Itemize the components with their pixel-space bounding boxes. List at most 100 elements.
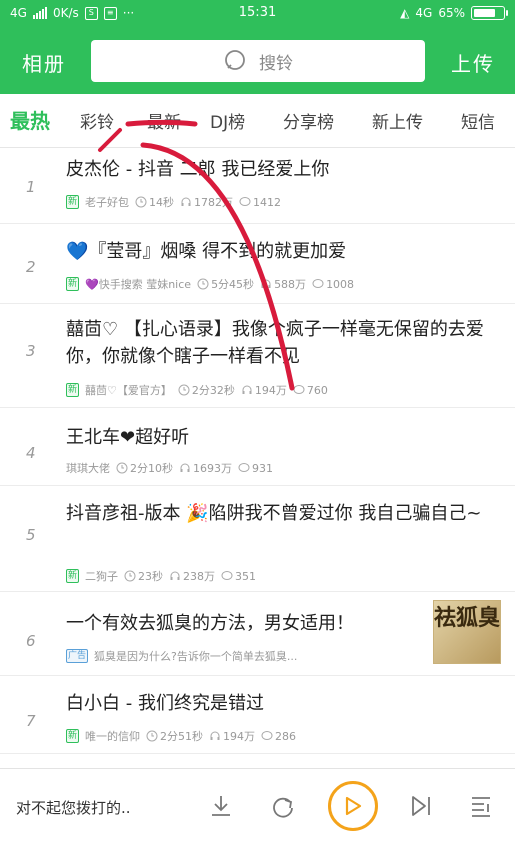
search-placeholder: 搜铃 <box>259 53 293 74</box>
item-plays: 1693万 <box>193 462 232 475</box>
tab-hot[interactable]: 最热 <box>10 105 50 134</box>
clock-icon <box>178 384 190 396</box>
play-button[interactable] <box>328 781 378 831</box>
rank-number: 2 <box>26 258 36 276</box>
item-comments: 1008 <box>326 277 355 291</box>
comment-icon <box>221 571 233 580</box>
rank-number: 7 <box>26 712 36 730</box>
list-item[interactable]: 7 白小白 - 我们终究是错过 新 唯一的信仰 2分51秒 194万 286 <box>0 676 515 754</box>
tab-ringback[interactable]: 彩铃 <box>80 108 114 133</box>
search-input[interactable]: 搜铃 <box>91 40 425 82</box>
network-right-label: 4G <box>415 6 433 20</box>
rank-number: 3 <box>26 342 36 360</box>
item-comments: 286 <box>275 729 297 743</box>
item-plays: 1782万 <box>194 196 234 209</box>
item-meta: 新 老子好包 14秒 1782万 1412 <box>66 194 281 210</box>
mini-player: 对不起您拨打的.. <box>0 768 515 842</box>
new-badge: 新 <box>66 383 80 397</box>
clock-icon <box>124 570 136 582</box>
item-plays: 588万 <box>274 278 307 291</box>
album-button[interactable]: 相册 <box>22 48 66 77</box>
rank-number: 5 <box>26 526 36 544</box>
status-bar: 4G 0K/s S ≡ ··· 15:31 ◭ 4G 65% <box>0 0 515 28</box>
item-comments: 760 <box>306 383 328 397</box>
item-duration: 2分10秒 <box>130 462 173 475</box>
headphones-icon <box>181 197 191 206</box>
wifi-off-icon: ◭ <box>400 6 410 20</box>
battery-text: 65% <box>438 6 465 20</box>
clock-icon <box>135 196 147 208</box>
item-plays: 194万 <box>223 730 256 743</box>
tab-dj-chart[interactable]: DJ榜 <box>210 108 245 133</box>
category-tabs: 最热 彩铃 最新 DJ榜 分享榜 新上传 短信 <box>0 94 515 148</box>
ad-badge: 广告 <box>66 649 89 663</box>
item-title: 王北车❤超好听 <box>66 427 190 448</box>
item-plays: 238万 <box>183 570 216 583</box>
item-comments: 931 <box>252 461 273 475</box>
new-badge: 新 <box>66 569 80 583</box>
next-icon[interactable] <box>408 793 434 819</box>
new-badge: 新 <box>66 729 80 743</box>
playlist-icon[interactable] <box>468 793 494 819</box>
list-item[interactable]: 1 皮杰伦 - 抖音 二郎 我已经爱上你 新 老子好包 14秒 1782万 14… <box>0 148 515 224</box>
app-header: 相册 搜铃 上传 <box>0 28 515 94</box>
rank-number: 1 <box>26 178 36 196</box>
item-title: 囍茴♡ 【扎心语录】我像个疯子一样毫无保留的去爱你，你就像个瞎子一样看不见 <box>66 319 484 367</box>
item-title: 💙『莹哥』烟嗓 得不到的就更加爱 <box>66 241 347 262</box>
new-badge: 新 <box>66 195 80 209</box>
item-duration: 5分45秒 <box>211 278 255 291</box>
item-author: 二狗子 <box>85 570 119 583</box>
item-duration: 14秒 <box>149 196 175 209</box>
headphones-icon <box>180 463 190 472</box>
item-author: 囍茴♡【爱官方】 <box>85 384 172 397</box>
item-title: 一个有效去狐臭的方法，男女适用！ <box>66 613 354 634</box>
rank-number: 6 <box>26 632 36 650</box>
upload-button[interactable]: 上传 <box>451 48 495 77</box>
headphones-icon <box>242 385 252 394</box>
search-icon <box>225 50 245 70</box>
item-duration: 2分51秒 <box>160 730 204 743</box>
tab-new-upload[interactable]: 新上传 <box>372 108 423 133</box>
rank-number: 4 <box>26 444 36 462</box>
item-author: 狐臭是因为什么?告诉你一个简单去狐臭... <box>94 650 298 663</box>
item-meta: 广告 狐臭是因为什么?告诉你一个简单去狐臭... <box>66 648 419 664</box>
list-item[interactable]: 5 抖音彦祖-版本 🎉陷阱我不曾爱过你 我自己骗自己~ 新 二狗子 23秒 23… <box>0 486 515 592</box>
item-plays: 194万 <box>254 384 287 397</box>
item-meta: 新 唯一的信仰 2分51秒 194万 286 <box>66 728 296 744</box>
list-item[interactable]: 3 囍茴♡ 【扎心语录】我像个疯子一样毫无保留的去爱你，你就像个瞎子一样看不见 … <box>0 304 515 408</box>
ad-thumbnail[interactable]: 祛狐臭 <box>433 600 501 664</box>
item-duration: 2分32秒 <box>191 384 235 397</box>
comment-icon <box>261 731 273 740</box>
item-meta: 新 囍茴♡【爱官方】 2分32秒 194万 760 <box>66 382 328 398</box>
item-author: 💜快手搜索 莹妹nice <box>85 278 192 291</box>
now-playing-title[interactable]: 对不起您拨打的.. <box>16 797 131 818</box>
headphones-icon <box>261 279 271 288</box>
clock-icon <box>197 278 209 290</box>
ad-item[interactable]: 6 一个有效去狐臭的方法，男女适用！ 广告 狐臭是因为什么?告诉你一个简单去狐臭… <box>0 592 515 676</box>
item-title: 抖音彦祖-版本 🎉陷阱我不曾爱过你 我自己骗自己~ <box>66 503 482 524</box>
headphones-icon <box>210 731 220 740</box>
item-comments: 1412 <box>253 195 282 209</box>
list-item[interactable]: 2 💙『莹哥』烟嗓 得不到的就更加爱 新 💜快手搜索 莹妹nice 5分45秒 … <box>0 224 515 304</box>
item-title: 白小白 - 我们终究是错过 <box>66 693 264 714</box>
comment-icon <box>293 385 305 394</box>
item-duration: 23秒 <box>138 570 164 583</box>
item-author: 老子好包 <box>85 196 130 209</box>
item-meta: 琪琪大佬 2分10秒 1693万 931 <box>66 460 273 476</box>
clock-icon <box>116 462 128 474</box>
item-author: 唯一的信仰 <box>85 730 141 743</box>
tab-newest[interactable]: 最新 <box>147 108 181 133</box>
item-meta: 新 💜快手搜索 莹妹nice 5分45秒 588万 1008 <box>66 276 354 292</box>
item-meta: 新 二狗子 23秒 238万 351 <box>66 568 256 584</box>
clock-icon <box>146 730 158 742</box>
item-author: 琪琪大佬 <box>66 462 110 475</box>
comment-icon <box>312 279 324 288</box>
download-icon[interactable] <box>208 793 234 819</box>
tab-share-chart[interactable]: 分享榜 <box>283 108 334 133</box>
repeat-icon[interactable] <box>268 793 296 819</box>
play-icon <box>345 796 362 816</box>
list-item[interactable]: 4 王北车❤超好听 琪琪大佬 2分10秒 1693万 931 <box>0 408 515 486</box>
tab-sms[interactable]: 短信 <box>461 108 495 133</box>
battery-icon <box>471 6 508 20</box>
comment-icon <box>238 463 250 472</box>
